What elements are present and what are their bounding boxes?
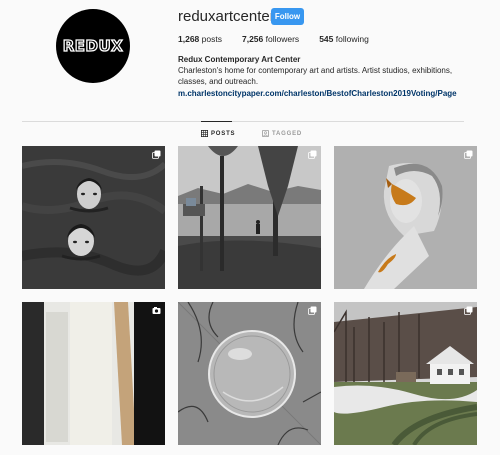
post-tile[interactable] bbox=[178, 146, 321, 289]
post-image-frozen-bubble bbox=[178, 302, 321, 445]
active-tab-indicator bbox=[201, 121, 232, 122]
post-tile[interactable] bbox=[334, 302, 477, 445]
multiple-photos-icon bbox=[308, 306, 317, 315]
posts-stat: 1,268 posts bbox=[178, 34, 222, 44]
profile-bio: Charleston's home for contemporary art a… bbox=[178, 66, 453, 86]
tag-icon bbox=[262, 130, 269, 137]
post-image-faces-in-water bbox=[22, 146, 165, 289]
following-label: following bbox=[335, 34, 369, 44]
multiple-photos-icon bbox=[308, 150, 317, 159]
followers-label: followers bbox=[265, 34, 300, 44]
grid-icon bbox=[201, 130, 208, 137]
tab-tagged-label: TAGGED bbox=[272, 130, 303, 137]
profile-avatar[interactable]: REDUX bbox=[56, 9, 130, 83]
profile-full-name: Redux Contemporary Art Center bbox=[178, 55, 301, 64]
posts-count: 1,268 bbox=[178, 34, 200, 44]
post-image-farmhouse-snow bbox=[334, 302, 477, 445]
multiple-photos-icon bbox=[152, 150, 161, 159]
multiple-photos-icon bbox=[464, 306, 473, 315]
post-tile[interactable] bbox=[334, 146, 477, 289]
post-tile[interactable] bbox=[22, 302, 165, 445]
tab-tagged[interactable]: TAGGED bbox=[262, 130, 302, 137]
profile-link[interactable]: m.charlestoncitypaper.com/charleston/Bes… bbox=[178, 89, 457, 98]
followers-stat[interactable]: 7,256 followers bbox=[242, 34, 299, 44]
tab-posts[interactable]: POSTS bbox=[201, 130, 235, 137]
post-image-woman-with-fish bbox=[334, 146, 477, 289]
video-camera-icon bbox=[152, 307, 161, 314]
following-stat[interactable]: 545 following bbox=[319, 34, 369, 44]
posts-label: posts bbox=[201, 34, 222, 44]
post-tile[interactable] bbox=[22, 146, 165, 289]
post-tile[interactable] bbox=[178, 302, 321, 445]
tabs-divider bbox=[22, 121, 464, 122]
multiple-photos-icon bbox=[464, 150, 473, 159]
followers-count: 7,256 bbox=[241, 34, 264, 44]
avatar-logo-text: REDUX bbox=[62, 36, 124, 55]
following-count: 545 bbox=[319, 34, 334, 44]
profile-username: reduxartcenter bbox=[178, 8, 275, 25]
profile-stats: 1,268 posts 7,256 followers 545 followin… bbox=[178, 34, 389, 44]
follow-button[interactable]: Follow bbox=[271, 8, 304, 25]
tab-posts-label: POSTS bbox=[211, 130, 236, 137]
post-image-abstract-panels bbox=[22, 302, 165, 445]
post-image-lake-dock bbox=[178, 146, 321, 289]
